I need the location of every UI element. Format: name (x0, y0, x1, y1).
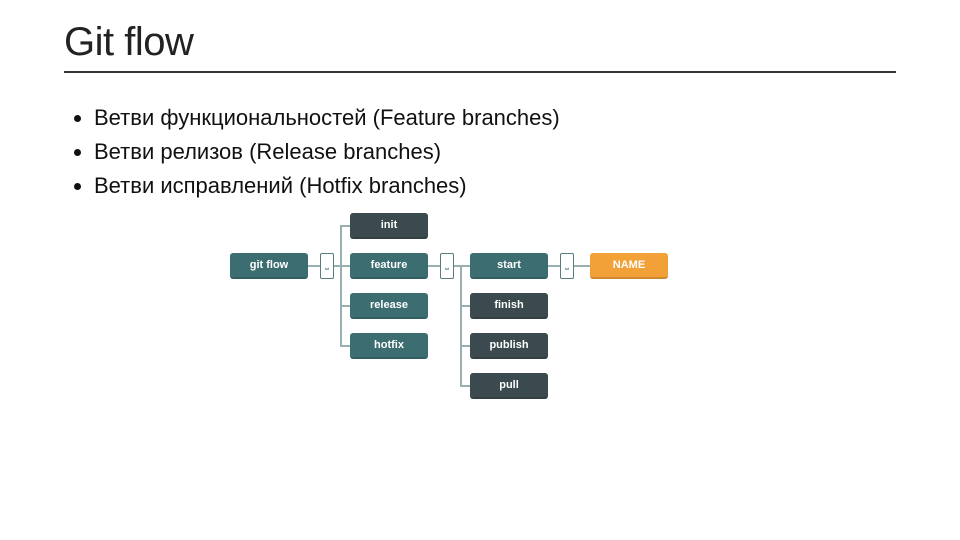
bullet-item: Ветви исправлений (Hotfix branches) (94, 169, 896, 203)
gitflow-diagram: git flow ⎵ init feature release hotfix ⎵… (220, 213, 740, 473)
connector (428, 265, 440, 267)
space-icon: ⎵ (320, 253, 334, 279)
connector (340, 305, 350, 307)
node-gitflow: git flow (230, 253, 308, 279)
node-init: init (350, 213, 428, 239)
node-name: NAME (590, 253, 668, 279)
node-finish: finish (470, 293, 548, 319)
space-icon: ⎵ (560, 253, 574, 279)
connector (340, 265, 350, 267)
node-feature: feature (350, 253, 428, 279)
bullet-list: Ветви функциональностей (Feature branche… (64, 101, 896, 203)
node-hotfix: hotfix (350, 333, 428, 359)
bullet-item: Ветви функциональностей (Feature branche… (94, 101, 896, 135)
title-underline (64, 71, 896, 73)
connector (460, 305, 470, 307)
connector (340, 225, 350, 227)
connector (460, 345, 470, 347)
slide-title: Git flow (64, 20, 896, 65)
connector (548, 265, 560, 267)
space-icon: ⎵ (440, 253, 454, 279)
node-start: start (470, 253, 548, 279)
connector (574, 265, 590, 267)
connector (460, 385, 470, 387)
connector (308, 265, 320, 267)
connector (460, 265, 462, 385)
connector (460, 265, 470, 267)
connector (340, 225, 342, 345)
bullet-item: Ветви релизов (Release branches) (94, 135, 896, 169)
slide: Git flow Ветви функциональностей (Featur… (0, 0, 960, 540)
node-release: release (350, 293, 428, 319)
connector (340, 345, 350, 347)
node-publish: publish (470, 333, 548, 359)
node-pull: pull (470, 373, 548, 399)
